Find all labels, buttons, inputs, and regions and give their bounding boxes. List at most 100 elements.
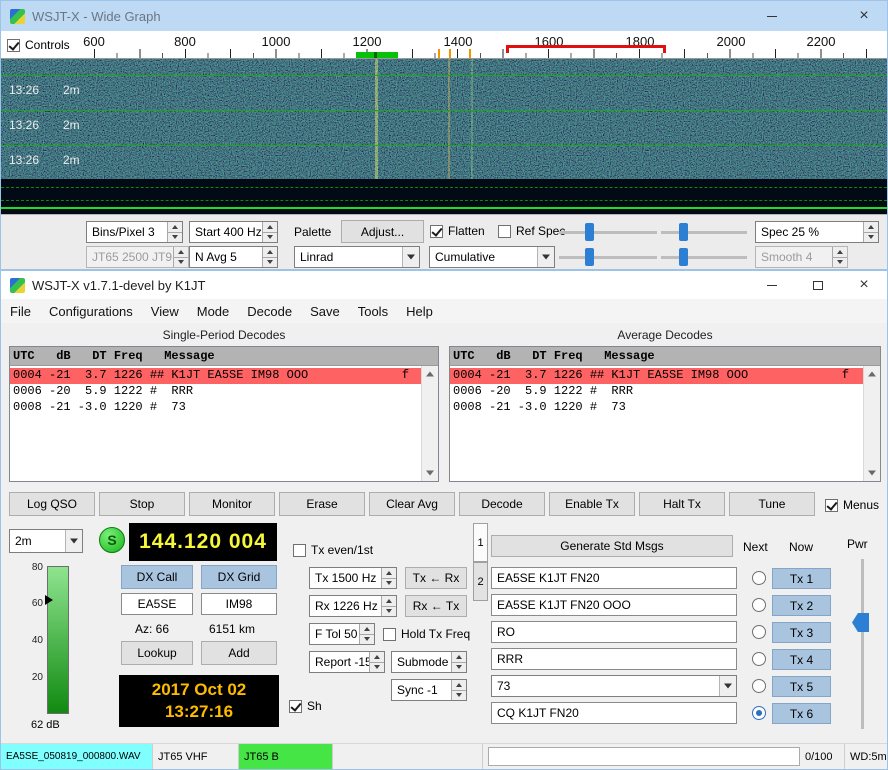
spec-percent-spin[interactable]: Spec 25 % <box>755 221 879 243</box>
submode-spin[interactable]: Submode B <box>391 651 467 673</box>
spinner-arrows-icon[interactable] <box>359 624 374 644</box>
f-tol-spin[interactable]: F Tol 50 <box>309 623 375 645</box>
slider-handle[interactable] <box>679 248 688 266</box>
pwr-slider-handle[interactable] <box>852 613 869 632</box>
hold-tx-freq-checkbox[interactable]: Hold Tx Freq <box>383 627 470 641</box>
report-spin[interactable]: Report -15 <box>309 651 385 673</box>
spinner-arrows-icon[interactable] <box>381 596 396 616</box>
menu-configurations[interactable]: Configurations <box>40 299 142 323</box>
scroll-down-icon[interactable] <box>864 465 880 481</box>
slider-handle[interactable] <box>585 223 594 241</box>
tx-message-1-field[interactable]: EA5SE K1JT FN20 <box>491 567 737 589</box>
stop-button[interactable]: Stop <box>99 492 185 516</box>
menu-decode[interactable]: Decode <box>238 299 301 323</box>
flatten-checkbox[interactable]: Flatten <box>430 224 485 238</box>
menu-file[interactable]: File <box>1 299 40 323</box>
spinner-arrows-icon[interactable] <box>451 680 466 700</box>
scroll-down-icon[interactable] <box>422 465 438 481</box>
decode-row[interactable]: 0006 -20 5.9 1222 # RRR <box>450 384 863 400</box>
spinner-arrows-icon[interactable] <box>369 652 384 672</box>
tune-button[interactable]: Tune <box>729 492 815 516</box>
tx-message-6-field[interactable]: CQ K1JT FN20 <box>491 702 737 724</box>
halt-tx-button[interactable]: Halt Tx <box>639 492 725 516</box>
close-button[interactable]: × <box>841 271 887 299</box>
slider-handle[interactable] <box>585 248 594 266</box>
menu-mode[interactable]: Mode <box>188 299 239 323</box>
tx6-button[interactable]: Tx 6 <box>772 703 831 724</box>
tx3-button[interactable]: Tx 3 <box>772 622 831 643</box>
dx-call-field[interactable]: EA5SE <box>121 593 193 615</box>
tx-message-3-field[interactable]: RO <box>491 621 737 643</box>
decode-row[interactable]: 0004 -21 3.7 1226 ## K1JT EA5SE IM98 OOO… <box>450 368 863 384</box>
spinner-arrows-icon[interactable] <box>451 652 466 672</box>
dx-call-button[interactable]: DX Call <box>121 565 193 589</box>
spectrum-gain-slider[interactable] <box>559 246 657 268</box>
enable-tx-button[interactable]: Enable Tx <box>549 492 635 516</box>
adjust-button[interactable]: Adjust... <box>341 220 424 243</box>
spinner-arrows-icon[interactable] <box>863 222 878 242</box>
display-mode-select[interactable]: Cumulative <box>429 246 555 268</box>
decode-row[interactable]: 0008 -21 -3.0 1220 # 73 <box>10 400 421 416</box>
waterfall[interactable]: 13:26 2m 13:26 2m 13:26 2m <box>1 59 887 214</box>
tab-2[interactable]: 2 <box>473 562 488 601</box>
tx6-radio[interactable] <box>752 706 766 720</box>
tx5-button[interactable]: Tx 5 <box>772 676 831 697</box>
menu-view[interactable]: View <box>142 299 188 323</box>
generate-std-msgs-button[interactable]: Generate Std Msgs <box>491 535 733 557</box>
maximize-button[interactable] <box>795 271 841 299</box>
spinner-arrows-icon[interactable] <box>262 247 277 267</box>
minimize-button[interactable] <box>749 1 795 31</box>
menu-tools[interactable]: Tools <box>349 299 397 323</box>
menus-checkbox[interactable]: Menus <box>825 498 879 512</box>
tx-message-5-combo[interactable]: 73 <box>491 675 737 697</box>
main-titlebar[interactable]: WSJT-X v1.7.1-devel by K1JT × <box>1 271 887 299</box>
spinner-arrows-icon[interactable] <box>167 222 182 242</box>
tx1-radio[interactable] <box>752 571 766 585</box>
bins-pixel-spin[interactable]: Bins/Pixel 3 <box>86 221 183 243</box>
wide-graph-titlebar[interactable]: WSJT-X - Wide Graph × <box>1 1 887 31</box>
lookup-button[interactable]: Lookup <box>121 641 193 665</box>
sync-spin[interactable]: Sync -1 <box>391 679 467 701</box>
decode-button[interactable]: Decode <box>459 492 545 516</box>
pwr-slider[interactable] <box>861 559 864 729</box>
tx3-radio[interactable] <box>752 625 766 639</box>
erase-button[interactable]: Erase <box>279 492 365 516</box>
tx1-button[interactable]: Tx 1 <box>772 568 831 589</box>
decode-row[interactable]: 0004 -21 3.7 1226 ## K1JT EA5SE IM98 OOO… <box>10 368 421 384</box>
tx2-button[interactable]: Tx 2 <box>772 595 831 616</box>
scrollbar[interactable] <box>421 366 438 481</box>
menu-save[interactable]: Save <box>301 299 349 323</box>
tx-from-rx-button[interactable]: Tx ← Rx <box>405 567 467 589</box>
n-avg-spin[interactable]: N Avg 5 <box>189 246 278 268</box>
slider-handle[interactable] <box>679 223 688 241</box>
sh-checkbox[interactable]: Sh <box>289 699 322 713</box>
dx-grid-button[interactable]: DX Grid <box>201 565 277 589</box>
minimize-button[interactable] <box>749 271 795 299</box>
close-button[interactable]: × <box>841 1 887 31</box>
tx4-button[interactable]: Tx 4 <box>772 649 831 670</box>
scroll-up-icon[interactable] <box>422 366 438 382</box>
tx-message-4-field[interactable]: RRR <box>491 648 737 670</box>
clear-avg-button[interactable]: Clear Avg <box>369 492 455 516</box>
rx-from-tx-button[interactable]: Rx ← Tx <box>405 595 467 617</box>
menu-help[interactable]: Help <box>397 299 442 323</box>
spectrum-zero-slider[interactable] <box>661 246 747 268</box>
decode-row[interactable]: 0006 -20 5.9 1222 # RRR <box>10 384 421 400</box>
ref-spec-checkbox[interactable]: Ref Spec <box>498 224 565 238</box>
tx5-radio[interactable] <box>752 679 766 693</box>
spinner-arrows-icon[interactable] <box>262 222 277 242</box>
tx4-radio[interactable] <box>752 652 766 666</box>
scrollbar[interactable] <box>863 366 880 481</box>
log-qso-button[interactable]: Log QSO <box>9 492 95 516</box>
start-freq-spin[interactable]: Start 400 Hz <box>189 221 278 243</box>
add-button[interactable]: Add <box>201 641 277 665</box>
decode-row[interactable]: 0008 -21 -3.0 1220 # 73 <box>450 400 863 416</box>
tx-even-checkbox[interactable]: Tx even/1st <box>293 543 373 557</box>
tx-freq-spin[interactable]: Tx 1500 Hz <box>309 567 397 589</box>
waterfall-zero-slider[interactable] <box>661 221 747 243</box>
waterfall-gain-slider[interactable] <box>559 221 657 243</box>
tx-message-2-field[interactable]: EA5SE K1JT FN20 OOO <box>491 594 737 616</box>
controls-checkbox[interactable]: Controls <box>7 38 70 52</box>
dx-grid-field[interactable]: IM98 <box>201 593 277 615</box>
band-select[interactable]: 2m <box>9 529 83 553</box>
